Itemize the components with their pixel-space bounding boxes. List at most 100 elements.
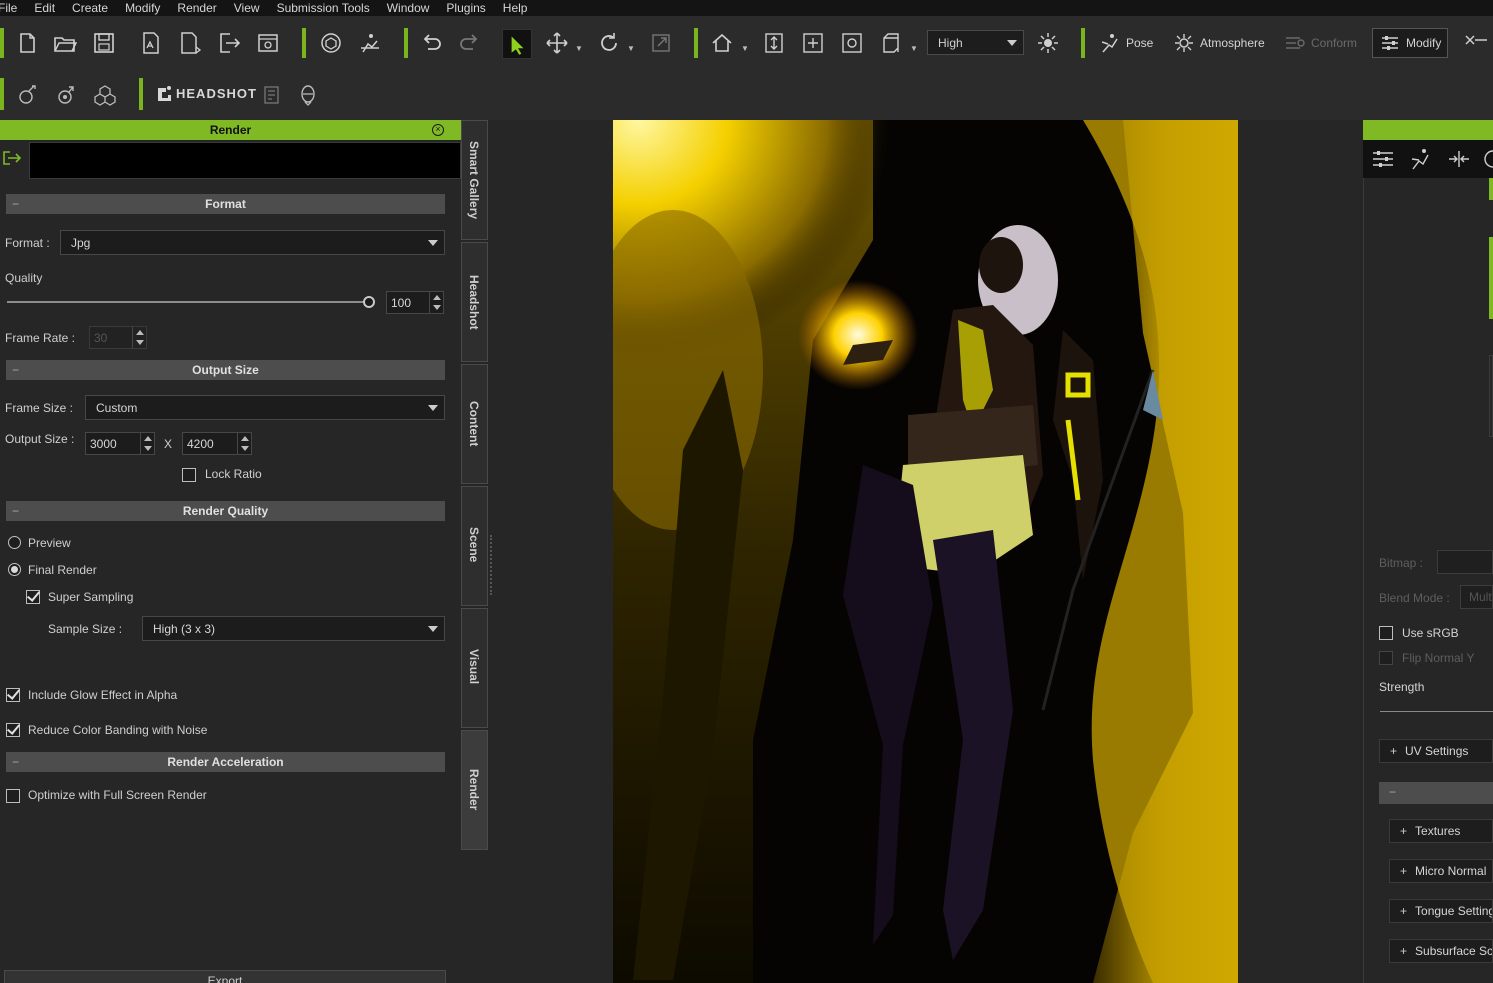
head-icon[interactable]: [295, 82, 321, 108]
light-icon[interactable]: [1035, 30, 1061, 56]
final-render-radio[interactable]: [8, 563, 21, 576]
home-camera-caret[interactable]: ▼: [741, 44, 749, 53]
preview-radio[interactable]: [8, 536, 21, 549]
move-tool-icon[interactable]: [544, 30, 570, 56]
display-quality-select[interactable]: High: [927, 30, 1024, 55]
menu-create[interactable]: Create: [72, 1, 108, 15]
save-icon[interactable]: [91, 30, 117, 56]
frame-size-dropdown[interactable]: Custom: [85, 395, 445, 420]
headshot-logo-icon: [154, 82, 174, 108]
output-width-stepper[interactable]: 3000: [85, 432, 155, 455]
output-size-section-header[interactable]: − Output Size: [6, 360, 445, 380]
quality-value: 100: [391, 296, 412, 310]
redo-icon[interactable]: [457, 30, 483, 56]
undo-icon[interactable]: [418, 30, 444, 56]
stepper-arrows-icon[interactable]: [429, 292, 443, 313]
open-folder-icon[interactable]: [52, 30, 78, 56]
preset-field[interactable]: [29, 142, 461, 179]
menu-help[interactable]: Help: [503, 1, 528, 15]
format-section-header[interactable]: − Format: [6, 194, 445, 214]
menu-modify[interactable]: Modify: [125, 1, 160, 15]
cubes-icon[interactable]: [92, 82, 118, 108]
fit-vertical-icon[interactable]: [761, 30, 787, 56]
color-banding-checkbox[interactable]: [6, 723, 20, 737]
rotate-tool-icon[interactable]: [596, 30, 622, 56]
tongue-settings-section[interactable]: + Tongue Settings: [1389, 899, 1493, 923]
tab-render[interactable]: Render: [461, 730, 488, 850]
motion-icon[interactable]: [357, 30, 383, 56]
optimize-checkbox[interactable]: [6, 789, 20, 803]
toolbar-separator: [404, 28, 408, 58]
headshot-page-icon[interactable]: [259, 82, 285, 108]
use-srgb-checkbox[interactable]: [1379, 626, 1393, 640]
tab-headshot[interactable]: Headshot: [461, 242, 488, 362]
micro-normal-section[interactable]: + Micro Normal: [1389, 859, 1493, 883]
menu-window[interactable]: Window: [387, 1, 430, 15]
load-preset-icon[interactable]: [2, 148, 22, 168]
character-creator-icon[interactable]: [318, 30, 344, 56]
close-icon[interactable]: ×: [432, 124, 444, 136]
fit-all-icon[interactable]: [800, 30, 826, 56]
tab-scene-label: Scene: [467, 527, 481, 563]
menu-submission-tools[interactable]: Submission Tools: [277, 1, 370, 15]
view-mode-caret[interactable]: ▼: [910, 44, 918, 53]
stepper-arrows-icon[interactable]: [140, 433, 154, 454]
collapse-section-header[interactable]: −: [1379, 782, 1493, 804]
panel-resize-grip[interactable]: [490, 535, 492, 595]
collision-icon[interactable]: [53, 82, 79, 108]
fit-selected-icon[interactable]: [839, 30, 865, 56]
uv-settings-section[interactable]: + UV Settings: [1379, 739, 1493, 763]
format-dropdown[interactable]: Jpg: [60, 230, 445, 255]
stepper-arrows-icon[interactable]: [237, 433, 251, 454]
super-sampling-checkbox[interactable]: [26, 590, 40, 604]
view-mode-icon[interactable]: [878, 30, 904, 56]
quality-slider-track[interactable]: [7, 301, 369, 303]
export-button[interactable]: Export: [4, 970, 446, 983]
render-acceleration-section-header[interactable]: − Render Acceleration: [6, 752, 445, 772]
menu-file[interactable]: File: [0, 1, 17, 15]
menu-render[interactable]: Render: [177, 1, 216, 15]
tab-content[interactable]: Content: [461, 364, 488, 484]
sample-size-dropdown[interactable]: High (3 x 3): [142, 616, 445, 641]
tab-scene[interactable]: Scene: [461, 486, 488, 606]
move-tool-caret[interactable]: ▼: [575, 44, 583, 53]
menu-edit[interactable]: Edit: [34, 1, 55, 15]
strength-slider-track[interactable]: [1380, 711, 1493, 712]
menu-view[interactable]: View: [234, 1, 260, 15]
output-height-stepper[interactable]: 4200: [182, 432, 252, 455]
home-camera-icon[interactable]: [709, 30, 735, 56]
pose-button[interactable]: Pose: [1099, 28, 1153, 58]
align-icon[interactable]: [1447, 148, 1471, 170]
menu-plugins[interactable]: Plugins: [446, 1, 485, 15]
tab-smart-gallery[interactable]: Smart Gallery: [461, 120, 488, 240]
glow-alpha-checkbox[interactable]: [6, 688, 20, 702]
motion-pose-icon[interactable]: [1409, 148, 1433, 170]
conform-button[interactable]: Conform: [1284, 28, 1357, 58]
select-tool-icon[interactable]: [502, 29, 532, 59]
scale-tool-icon[interactable]: [648, 30, 674, 56]
animation-icon[interactable]: [1463, 30, 1489, 56]
bitmap-field[interactable]: [1437, 550, 1493, 574]
lock-ratio-checkbox[interactable]: [182, 468, 196, 482]
sliders-icon[interactable]: [1371, 148, 1395, 170]
modify-button[interactable]: Modify: [1372, 28, 1449, 58]
atmosphere-button[interactable]: Atmosphere: [1173, 28, 1265, 58]
spring-icon[interactable]: [14, 82, 40, 108]
textures-section[interactable]: + Textures: [1389, 819, 1493, 843]
preview-render-icon[interactable]: [255, 30, 281, 56]
quality-slider-handle[interactable]: [363, 296, 375, 308]
material-icon[interactable]: [1481, 148, 1493, 170]
quality-stepper[interactable]: 100: [386, 291, 444, 314]
export-icon[interactable]: [216, 30, 242, 56]
tab-visual[interactable]: Visual: [461, 608, 488, 728]
subsurface-section[interactable]: + Subsurface Sc: [1389, 939, 1493, 963]
import-icon[interactable]: [138, 30, 164, 56]
use-srgb-label: Use sRGB: [1402, 626, 1459, 640]
render-quality-section-header[interactable]: − Render Quality: [6, 501, 445, 521]
expand-icon: +: [1400, 824, 1408, 838]
rotate-tool-caret[interactable]: ▼: [627, 44, 635, 53]
new-file-icon[interactable]: [14, 30, 40, 56]
import-character-icon[interactable]: [177, 30, 203, 56]
headshot-label[interactable]: HEADSHOT: [176, 86, 257, 101]
blend-mode-dropdown[interactable]: Mult: [1460, 585, 1493, 609]
